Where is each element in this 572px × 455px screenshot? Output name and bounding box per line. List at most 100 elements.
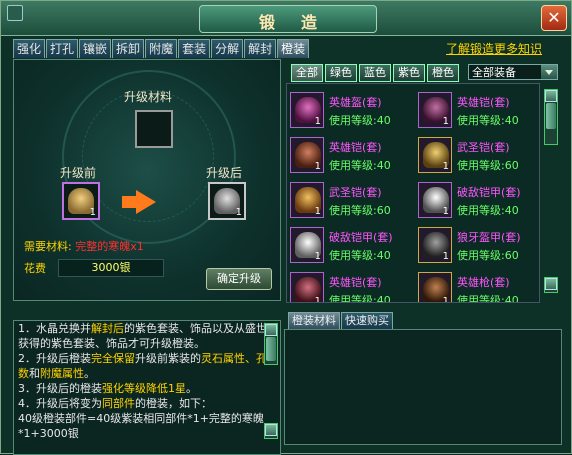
material-slot[interactable] bbox=[135, 110, 173, 148]
filter-blue[interactable]: 蓝色 bbox=[359, 64, 391, 82]
info-highlight: 完全保留 bbox=[91, 352, 135, 365]
item-grid-scrollbar-bottom[interactable] bbox=[544, 277, 558, 293]
after-qty: 1 bbox=[235, 207, 242, 218]
item-level: 使用等级:40 bbox=[329, 114, 391, 127]
close-button[interactable]: ✕ bbox=[541, 5, 567, 31]
tab-punch[interactable]: 打孔 bbox=[46, 39, 79, 58]
list-item[interactable]: 1 破敌铠甲(套) 使用等级:40 bbox=[287, 223, 411, 265]
tab-enchant[interactable]: 附魔 bbox=[145, 39, 178, 58]
item-level: 使用等级:40 bbox=[457, 114, 519, 127]
item-icon: 1 bbox=[418, 227, 452, 263]
info-text: 升级前紫装的 bbox=[135, 352, 201, 365]
after-item-slot[interactable]: 1 bbox=[208, 182, 246, 220]
tab-inlay[interactable]: 镶嵌 bbox=[79, 39, 112, 58]
item-grid: 1 英雄盔(套) 使用等级:40 1 英雄铠(套) 使用等级:40 1 英雄铠(… bbox=[286, 83, 540, 303]
help-link[interactable]: 了解锻造更多知识 bbox=[446, 40, 542, 57]
bottom-tabs: 橙装材料 快速购买 bbox=[288, 312, 394, 329]
before-label: 升级前 bbox=[60, 166, 97, 180]
item-icon: 1 bbox=[290, 92, 324, 128]
forge-window: 锻造 ✕ 强化 打孔 镶嵌 拆卸 附魔 套装 分解 解封 橙装 了解锻造更多知识… bbox=[0, 0, 572, 455]
list-item[interactable]: 1 英雄铠(套) 使用等级:40 bbox=[287, 133, 411, 175]
item-level: 使用等级:40 bbox=[457, 294, 519, 303]
tab-strengthen[interactable]: 强化 bbox=[13, 39, 46, 58]
scroll-up-icon[interactable] bbox=[265, 324, 277, 336]
item-name: 英雄铠(套) bbox=[329, 276, 382, 289]
list-item[interactable]: 1 英雄铠(套) 使用等级:40 bbox=[287, 268, 411, 303]
item-name: 武圣铠(套) bbox=[457, 141, 510, 154]
quality-filter: 全部 绿色 蓝色 紫色 橙色 bbox=[291, 64, 461, 82]
info-line-2: 2．升级后橙装完全保留升级前紫装的灵石属性、孔数和附魔属性。 bbox=[14, 351, 280, 381]
item-name: 破敌铠甲(套) bbox=[457, 186, 521, 199]
scroll-up-icon[interactable] bbox=[545, 90, 557, 102]
info-scrollbar-bottom[interactable] bbox=[264, 423, 278, 439]
info-line-5: 40级橙装部件=40级紫装相同部件*1+完整的寒魄*1+3000银 bbox=[14, 411, 280, 441]
info-text: 3．升级后的橙装 bbox=[18, 382, 102, 395]
tab-quick-buy[interactable]: 快速购买 bbox=[341, 312, 393, 329]
filter-all[interactable]: 全部 bbox=[291, 64, 323, 82]
tab-orange-materials[interactable]: 橙装材料 bbox=[288, 312, 340, 329]
item-qty: 1 bbox=[314, 206, 321, 217]
scroll-thumb[interactable] bbox=[266, 337, 276, 361]
item-icon: 1 bbox=[418, 182, 452, 218]
main-tabs: 强化 打孔 镶嵌 拆卸 附魔 套装 分解 解封 橙装 bbox=[13, 39, 310, 59]
item-qty: 1 bbox=[442, 296, 449, 303]
info-line-4: 4．升级后将变为同部件的橙装，如下： bbox=[14, 396, 280, 411]
need-material: 需要材料: 完整的寒魄x1 bbox=[24, 238, 144, 254]
title-plate: 锻造 bbox=[199, 5, 377, 33]
item-icon: 1 bbox=[290, 182, 324, 218]
scroll-down-icon[interactable] bbox=[265, 424, 277, 436]
equipment-type-select[interactable]: 全部装备 bbox=[468, 64, 558, 80]
list-item[interactable]: 1 英雄盔(套) 使用等级:40 bbox=[287, 88, 411, 130]
list-item[interactable]: 1 英雄枪(套) 使用等级:40 bbox=[415, 268, 539, 303]
info-scrollbar[interactable] bbox=[264, 323, 278, 365]
item-name: 英雄铠(套) bbox=[329, 141, 382, 154]
item-level: 使用等级:40 bbox=[329, 159, 391, 172]
item-grid-scrollbar[interactable] bbox=[544, 89, 558, 145]
scroll-thumb[interactable] bbox=[546, 103, 556, 129]
filter-green[interactable]: 绿色 bbox=[325, 64, 357, 82]
confirm-upgrade-button[interactable]: 确定升级 bbox=[206, 268, 272, 290]
list-item[interactable]: 1 英雄铠(套) 使用等级:40 bbox=[415, 88, 539, 130]
materials-panel bbox=[284, 329, 562, 445]
corner-ornament-icon bbox=[7, 5, 23, 21]
item-icon: 1 bbox=[418, 272, 452, 303]
filter-purple[interactable]: 紫色 bbox=[393, 64, 425, 82]
item-level: 使用等级:60 bbox=[329, 204, 391, 217]
info-text: 。 bbox=[84, 367, 95, 380]
item-icon: 1 bbox=[290, 272, 324, 302]
item-qty: 1 bbox=[442, 116, 449, 127]
info-text: 40级橙装部件=40级紫装相同部件*1+完整的寒魄*1+3000银 bbox=[18, 412, 264, 440]
info-text-panel: 1．水晶兑换并解封后的紫色套装、饰品以及从盛世获得的紫色套装、饰品才可升级橙装。… bbox=[13, 320, 281, 455]
list-item[interactable]: 1 破敌铠甲(套) 使用等级:40 bbox=[415, 178, 539, 220]
cost-value: 3000银 bbox=[58, 259, 164, 277]
chevron-down-icon[interactable] bbox=[541, 65, 557, 79]
info-text: 2．升级后橙装 bbox=[18, 352, 91, 365]
tab-orange-gear[interactable]: 橙装 bbox=[277, 39, 310, 58]
filter-orange[interactable]: 橙色 bbox=[427, 64, 459, 82]
list-item[interactable]: 1 武圣铠(套) 使用等级:60 bbox=[415, 133, 539, 175]
item-name: 英雄铠(套) bbox=[457, 96, 510, 109]
info-text: 。 bbox=[186, 382, 197, 395]
item-qty: 1 bbox=[314, 161, 321, 172]
scroll-down-icon[interactable] bbox=[545, 278, 557, 290]
need-label: 需要材料: bbox=[24, 240, 72, 253]
list-item[interactable]: 1 武圣铠(套) 使用等级:60 bbox=[287, 178, 411, 220]
cost-label: 花费 bbox=[24, 262, 46, 275]
tab-decompose[interactable]: 分解 bbox=[211, 39, 244, 58]
item-name: 破敌铠甲(套) bbox=[329, 231, 393, 244]
tab-set[interactable]: 套装 bbox=[178, 39, 211, 58]
item-level: 使用等级:40 bbox=[329, 294, 391, 303]
info-highlight: 附魔属性 bbox=[40, 367, 84, 380]
item-level: 使用等级:40 bbox=[329, 249, 391, 262]
list-item[interactable]: 1 狼牙盔甲(套) 使用等级:60 bbox=[415, 223, 539, 265]
item-qty: 1 bbox=[442, 161, 449, 172]
item-qty: 1 bbox=[314, 251, 321, 262]
info-highlight: 同部件 bbox=[102, 397, 135, 410]
material-title: 升级材料 bbox=[124, 90, 173, 104]
tab-unseal[interactable]: 解封 bbox=[244, 39, 277, 58]
item-name: 狼牙盔甲(套) bbox=[457, 231, 521, 244]
tab-remove[interactable]: 拆卸 bbox=[112, 39, 145, 58]
arrow-right-icon bbox=[136, 190, 156, 214]
title-bar: 锻造 ✕ bbox=[1, 1, 571, 36]
before-item-slot[interactable]: 1 bbox=[62, 182, 100, 220]
